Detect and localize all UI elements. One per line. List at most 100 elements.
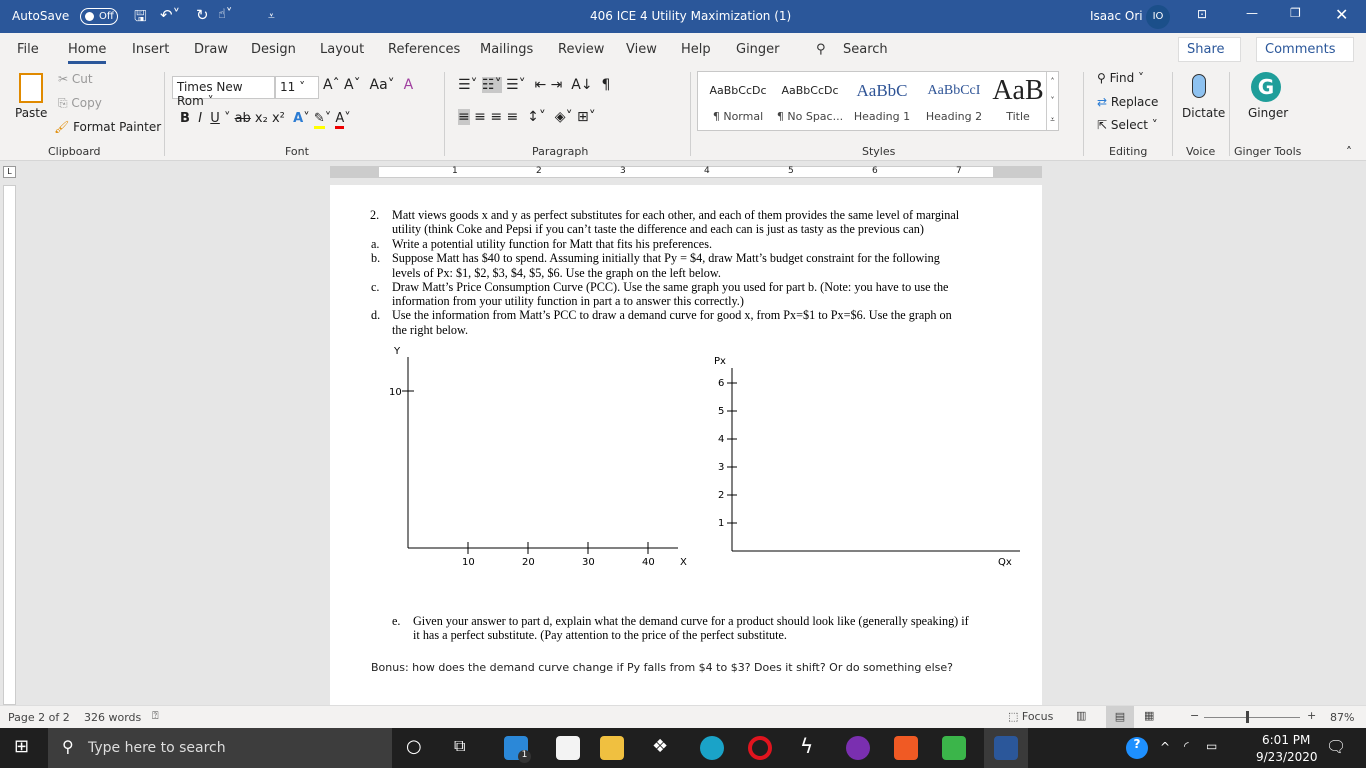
save-icon[interactable]: 🖫 <box>134 6 147 31</box>
search-icon[interactable]: ⚲ <box>816 42 826 57</box>
font-name-dropdown[interactable]: Times New Rom ˅ <box>172 76 275 108</box>
question-part[interactable]: b. Suppose Matt has $40 to spend. Assumin… <box>371 251 952 280</box>
ribbon-display-icon[interactable]: ⊡ <box>1197 7 1207 21</box>
page-count[interactable]: Page 2 of 2 <box>8 711 70 724</box>
dictate-button[interactable]: Dictate <box>1182 106 1225 120</box>
question-part[interactable]: a. Write a potential utility function for… <box>371 237 952 251</box>
notifications-icon[interactable]: 🗨 <box>1326 737 1346 756</box>
windows-start-icon[interactable]: ⊞ <box>14 736 29 757</box>
wifi-icon[interactable]: ◜ <box>1184 739 1189 753</box>
tab-ginger[interactable]: Ginger <box>736 42 780 57</box>
group-label-ginger-tools: Ginger Tools <box>1234 145 1302 158</box>
font-format-buttons[interactable]: B I U ˅ ab x₂ x² A˅ ✎˅ A˅ <box>180 111 351 129</box>
tab-file[interactable]: File <box>17 42 39 57</box>
question-part[interactable]: c. Draw Matt’s Price Consumption Curve (P… <box>371 280 952 309</box>
touch-mode-icon[interactable]: ☝˅ <box>218 7 232 22</box>
word-count[interactable]: 326 words <box>84 711 141 724</box>
tab-view[interactable]: View <box>626 42 657 57</box>
tab-references[interactable]: References <box>388 42 460 57</box>
dropbox-icon[interactable]: ❖ <box>652 736 668 757</box>
part-e[interactable]: e. Given your answer to part d, explain … <box>392 614 969 643</box>
store-icon[interactable] <box>556 736 580 760</box>
read-mode-icon[interactable]: ▥ <box>1076 709 1086 722</box>
brave-icon[interactable] <box>894 736 918 760</box>
style-heading-1[interactable]: AaBbC Heading 1 <box>846 72 918 123</box>
print-layout-icon[interactable]: ▤ <box>1106 706 1134 728</box>
undo-icon[interactable]: ↶˅ <box>160 6 180 24</box>
word-taskbar-button[interactable] <box>984 728 1028 768</box>
font-size-dropdown[interactable]: 11 ˅ <box>275 76 319 99</box>
tab-layout[interactable]: Layout <box>320 42 364 57</box>
question-2-text[interactable]: Matt views goods x and y as perfect subs… <box>392 208 959 237</box>
alignment-buttons[interactable]: ≡ ≡ ≡ ≡ ↕˅ ◈˅ ⊞˅ <box>458 109 596 125</box>
zoom-in-button[interactable]: + <box>1307 709 1316 722</box>
proofing-icon[interactable]: ⍰ <box>152 709 159 723</box>
group-label-voice: Voice <box>1186 145 1216 158</box>
task-view-icon[interactable]: ⧉ <box>454 736 465 756</box>
web-layout-icon[interactable]: ▦ <box>1144 709 1154 722</box>
paste-button[interactable]: Paste <box>15 106 47 120</box>
taskbar-search[interactable]: ⚲ Type here to search <box>48 728 392 768</box>
style-heading-2[interactable]: AaBbCcI Heading 2 <box>918 72 990 123</box>
bonus-question[interactable]: Bonus: how does the demand curve change … <box>371 661 953 674</box>
tab-draw[interactable]: Draw <box>194 42 228 57</box>
style-title[interactable]: AaB Title <box>990 72 1046 123</box>
show-hidden-icons[interactable]: ^ <box>1160 740 1170 754</box>
cortana-icon[interactable]: ○ <box>406 736 422 757</box>
customize-toolbar-icon[interactable]: ⩡ <box>268 9 275 24</box>
cut-button[interactable]: ✂ Cut <box>58 72 93 86</box>
share-button[interactable]: Share <box>1178 37 1241 62</box>
help-icon[interactable]: ? <box>1126 737 1148 759</box>
tab-selector[interactable]: L <box>3 166 16 178</box>
tab-review[interactable]: Review <box>558 42 604 57</box>
select-button[interactable]: ⇱ Select ˅ <box>1097 118 1158 132</box>
file-explorer-icon[interactable] <box>600 736 624 760</box>
ginger-logo-icon[interactable]: G <box>1251 72 1281 102</box>
tab-insert[interactable]: Insert <box>132 42 169 57</box>
focus-button[interactable]: ⬚ Focus <box>1008 710 1053 723</box>
tor-browser-icon[interactable] <box>846 736 870 760</box>
zoom-out-button[interactable]: − <box>1190 709 1199 722</box>
zoom-level[interactable]: 87% <box>1330 711 1354 724</box>
tab-mailings[interactable]: Mailings <box>480 42 533 57</box>
format-painter-button[interactable]: 🖌 Format Painter <box>54 120 161 134</box>
search-box[interactable]: Search <box>843 42 888 57</box>
collapse-ribbon-icon[interactable]: ˄ <box>1346 145 1352 159</box>
zoom-slider-thumb[interactable] <box>1245 711 1249 723</box>
app-icon[interactable] <box>942 736 966 760</box>
horizontal-ruler[interactable] <box>330 166 1042 178</box>
clear-formatting-icon[interactable]: A <box>404 77 414 93</box>
user-name[interactable]: Isaac Ori <box>1090 9 1143 23</box>
copy-button[interactable]: ⎘ Copy <box>58 96 102 111</box>
paste-icon[interactable] <box>19 73 43 103</box>
autosave-toggle[interactable]: Off <box>80 8 118 25</box>
app-icon[interactable]: ϟ <box>800 734 813 758</box>
tab-help[interactable]: Help <box>681 42 711 57</box>
clock-time[interactable]: 6:01 PM <box>1262 733 1310 747</box>
comments-button[interactable]: Comments <box>1256 37 1354 62</box>
edge-icon[interactable] <box>700 736 724 760</box>
redo-icon[interactable]: ↻ <box>196 6 209 24</box>
styles-scroll[interactable]: ˄ ˅ ⩡ <box>1046 72 1058 130</box>
font-size-buttons[interactable]: Aˆ Aˇ Aa˅ A <box>323 77 413 93</box>
question-parts[interactable]: a. Write a potential utility function for… <box>371 237 952 337</box>
tab-home[interactable]: Home <box>68 42 107 64</box>
find-button[interactable]: ⚲ Find ˅ <box>1097 71 1144 85</box>
question-part[interactable]: d. Use the information from Matt’s PCC to… <box>371 308 952 337</box>
list-buttons[interactable]: ☰˅ ☷˅ ☰˅ ⇤ ⇥ A↓ ¶ <box>458 77 610 93</box>
microphone-icon[interactable] <box>1192 74 1206 98</box>
battery-icon[interactable]: ▭ <box>1206 739 1217 753</box>
restore-icon[interactable]: ❐ <box>1290 6 1301 20</box>
style-no-spacing[interactable]: AaBbCcDc ¶ No Spac... <box>774 72 846 123</box>
ginger-button[interactable]: Ginger <box>1248 106 1288 120</box>
minimize-icon[interactable]: — <box>1246 6 1258 20</box>
style-normal[interactable]: AaBbCcDc ¶ Normal <box>702 72 774 123</box>
opera-icon[interactable] <box>748 736 772 760</box>
avatar[interactable]: IO <box>1146 5 1170 29</box>
vertical-ruler[interactable] <box>3 185 16 705</box>
tab-design[interactable]: Design <box>251 42 296 57</box>
close-icon[interactable]: ✕ <box>1335 5 1348 24</box>
zoom-slider[interactable] <box>1204 717 1300 718</box>
clock-date[interactable]: 9/23/2020 <box>1256 750 1318 764</box>
replace-button[interactable]: ⇄ Replace <box>1097 95 1158 109</box>
